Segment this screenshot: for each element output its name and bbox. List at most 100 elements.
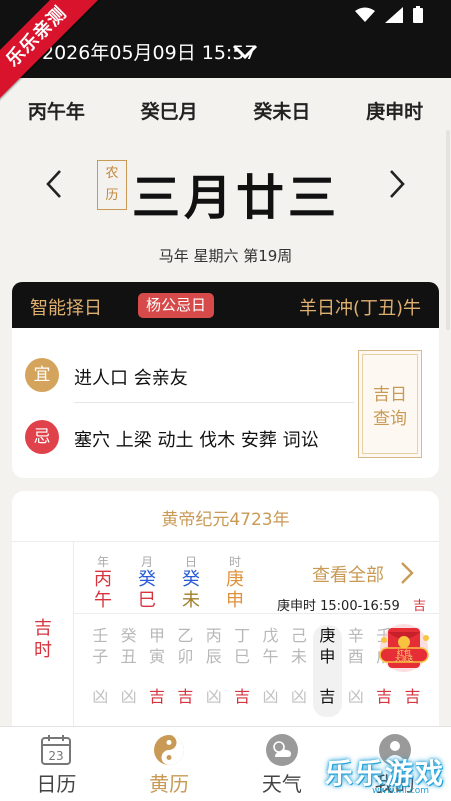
- watermark-url: www.4ll.com: [372, 786, 429, 796]
- pillar-stem: 癸: [138, 569, 156, 590]
- shichen-time: 庚申时 15:00-16:59: [277, 599, 400, 614]
- divider: [74, 402, 354, 403]
- ganzhi-year: 丙午年: [27, 101, 85, 123]
- ji-text: 塞穴 上梁 动土 伐木 安葬 词讼: [74, 430, 319, 451]
- ganzhi-month: 癸巳月: [140, 101, 198, 123]
- hour-cell[interactable]: 丁巳吉: [228, 625, 256, 717]
- current-datetime[interactable]: 2026年05月09日 15:57: [42, 38, 257, 65]
- hour-cell[interactable]: 甲寅吉: [143, 625, 171, 717]
- nav-label-calendar: 日历: [36, 772, 77, 796]
- pillar-branch: 巳: [138, 590, 156, 611]
- divider: [74, 613, 439, 614]
- hour-stem: 丁: [234, 626, 251, 645]
- yanggong-badge: 杨公忌日: [138, 293, 215, 318]
- chevron-down-icon[interactable]: [231, 42, 259, 62]
- hour-cell[interactable]: 辛酉凶: [342, 625, 370, 717]
- nav-label-almanac: 黄历: [149, 772, 190, 796]
- hour-stem: 戊: [262, 626, 279, 645]
- hour-branch: 寅: [148, 647, 165, 666]
- hour-stem: 庚: [319, 626, 336, 645]
- smart-date-title[interactable]: 智能择日: [30, 294, 102, 320]
- pillar-year: 年 丙 午: [88, 553, 118, 611]
- hour-luck: 吉: [234, 687, 251, 706]
- pillar-label: 时: [228, 555, 241, 569]
- view-all-link[interactable]: 查看全部: [312, 561, 384, 587]
- wifi-icon: [355, 7, 375, 22]
- hour-stem: 甲: [148, 626, 165, 645]
- jishi-line2: 时: [34, 640, 52, 661]
- jishi-column: 吉 时: [12, 542, 74, 751]
- hour-stem: 丙: [205, 626, 222, 645]
- hour-stem: 辛: [347, 626, 364, 645]
- battery-icon: [413, 6, 423, 23]
- hour-luck: 吉: [177, 687, 194, 706]
- pillar-branch: 未: [182, 590, 200, 611]
- next-day-icon[interactable]: [383, 168, 409, 200]
- yi-badge: 宜: [25, 358, 59, 392]
- lunar-badge-bottom: 历: [105, 188, 119, 203]
- prev-day-icon[interactable]: [42, 168, 68, 200]
- hour-luck: 凶: [205, 687, 222, 706]
- hour-cell[interactable]: 丙辰凶: [200, 625, 228, 717]
- hour-cell[interactable]: 壬子凶: [86, 625, 114, 717]
- hour-ganzhi: 庚申: [313, 625, 341, 669]
- hour-luck: 凶: [120, 687, 137, 706]
- scrollbar[interactable]: [446, 130, 450, 330]
- hour-ganzhi: 辛酉: [342, 625, 370, 669]
- calendar-icon: 23: [41, 735, 72, 765]
- red-envelope-button[interactable]: 红包 大派送: [372, 618, 436, 674]
- auspicious-day-query-label: 吉日 查询: [359, 383, 421, 431]
- hour-ganzhi: 丙辰: [200, 625, 228, 669]
- yi-text: 进人口 会亲友: [74, 368, 188, 389]
- hour-branch: 巳: [234, 647, 251, 666]
- calendar-icon-day: 23: [49, 749, 64, 763]
- nav-item-calendar[interactable]: 23 日历: [0, 727, 113, 801]
- pillar-branch: 午: [94, 590, 112, 611]
- pillar-label: 日: [184, 555, 197, 569]
- hour-ganzhi: 己未: [285, 625, 313, 669]
- hour-ganzhi: 丁巳: [228, 625, 256, 669]
- hour-branch: 丑: [120, 647, 137, 666]
- ganzhi-row: 丙午年 癸巳月 癸未日 庚申时: [0, 90, 451, 134]
- nav-item-weather[interactable]: 天气: [226, 727, 339, 801]
- hour-cell[interactable]: 戊午凶: [256, 625, 284, 717]
- hour-branch: 午: [262, 647, 279, 666]
- lunar-badge: 农 历: [97, 160, 127, 210]
- week-info: 马年 星期六 第19周: [158, 247, 293, 265]
- hour-cell[interactable]: 癸丑凶: [114, 625, 142, 717]
- pillar-month: 月 癸 巳: [132, 553, 162, 611]
- hour-ganzhi: 乙卯: [171, 625, 199, 669]
- hour-ganzhi: 甲寅: [143, 625, 171, 669]
- pillar-stem: 丙: [94, 569, 112, 590]
- hour-branch: 酉: [347, 647, 364, 666]
- status-bar: [355, 6, 423, 23]
- weather-icon: [265, 734, 298, 766]
- hour-ganzhi: 戊午: [256, 625, 284, 669]
- hour-stem: 乙: [177, 626, 194, 645]
- lunar-date[interactable]: 三月廿三: [132, 158, 340, 228]
- nav-item-almanac[interactable]: 黄历: [113, 727, 226, 801]
- hour-stem: 壬: [92, 626, 109, 645]
- hour-ganzhi: 壬子: [86, 625, 114, 669]
- hour-branch: 卯: [177, 647, 194, 666]
- jishi-line1: 吉: [34, 618, 52, 639]
- hour-luck: 吉: [376, 687, 393, 706]
- smart-date-bar[interactable]: 智能择日 杨公忌日 羊日冲(丁丑)牛: [12, 282, 439, 328]
- pillar-hour: 时 庚 申: [220, 553, 250, 611]
- chevron-right-icon[interactable]: [399, 561, 415, 585]
- hour-cell[interactable]: 己未凶: [285, 625, 313, 717]
- pillar-day: 日 癸 未: [176, 553, 206, 611]
- ganzhi-hour: 庚申时: [366, 101, 424, 123]
- pillar-label: 年: [96, 555, 109, 569]
- huangdi-era: 黄帝纪元4723年: [161, 510, 290, 530]
- hour-branch: 申: [319, 647, 336, 666]
- ji-badge: 忌: [25, 420, 59, 454]
- query-label-line2: 查询: [373, 409, 407, 429]
- auspicious-day-query-button[interactable]: 吉日 查询: [358, 350, 422, 458]
- hour-luck: 吉: [404, 687, 421, 706]
- pillar-branch: 申: [226, 590, 244, 611]
- hour-ganzhi: 癸丑: [114, 625, 142, 669]
- hour-luck: 吉: [319, 687, 336, 706]
- hour-cell[interactable]: 乙卯吉: [171, 625, 199, 717]
- hour-cell-current[interactable]: 庚申吉: [313, 625, 342, 717]
